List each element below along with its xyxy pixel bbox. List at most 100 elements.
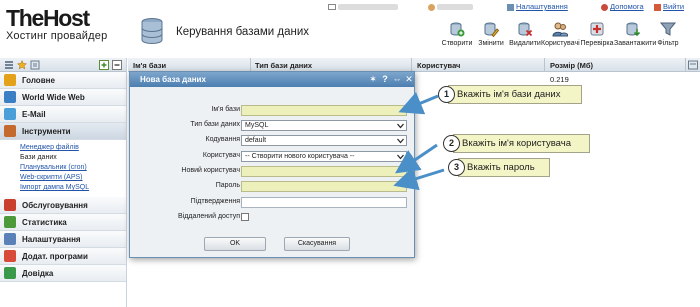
download-icon [626,22,641,37]
encoding-value: default [245,137,267,144]
tools-submenu: Менеджер файлів Бази даних Планувальник … [0,140,126,197]
delete-button-label: Видалити [509,40,541,47]
sidebar-group-www[interactable]: World Wide Web [0,89,126,106]
users-button-label: Користувачі [541,40,580,47]
confirm-row: Підтвердження [130,197,416,208]
dialog-title-bar[interactable]: Нова база даних ✶ ? ⇔ ✕ [130,72,414,87]
sidebar-item-web-scripts[interactable]: Web-скрипти (APS) [20,173,126,183]
sidebar-group-maintenance[interactable]: Обслуговування [0,197,126,214]
sidebar-group-label: Обслуговування [22,200,88,210]
encoding-row: Кодування default [130,135,416,146]
sidebar-group-tools[interactable]: Інструменти [0,123,126,140]
column-settings-icon[interactable] [688,60,698,70]
settings-icon [4,233,16,245]
sidebar-group-label: Головне [22,75,55,85]
db-name-input[interactable] [241,105,407,116]
column-header-size[interactable]: Розмір (Мб) [550,61,593,70]
callout-box: Вкажіть ім'я бази даних [448,85,582,104]
settings-small-icon [507,3,514,11]
table-header: Ім'я бази Тип бази даних Користувач Розм… [128,58,700,72]
chevron-down-icon [397,154,404,160]
filter-button[interactable]: Фільтр [652,21,684,47]
help-book-icon [4,267,16,279]
globe-icon [4,91,16,103]
column-header-user[interactable]: Користувач [417,61,460,70]
create-icon [450,22,465,37]
settings-link[interactable]: Налаштування [507,2,568,11]
collapse-all-icon[interactable] [112,60,122,70]
callout-box: Вкажіть ім'я користувача [453,134,590,153]
info-icon[interactable] [30,60,40,70]
ok-button[interactable]: OK [204,237,266,251]
confirm-password-input[interactable] [241,197,407,208]
callout-number-badge: 1 [438,86,455,103]
new-user-input[interactable] [241,166,407,177]
logo[interactable]: TheHost Хостинг провайдер [6,6,128,42]
sidebar-group-help[interactable]: Довідка [0,265,126,282]
logo-subtitle: Хостинг провайдер [6,30,108,42]
callout-text: Вкажіть ім'я бази даних [457,89,561,100]
password-input[interactable] [241,181,407,192]
callout-number-badge: 2 [443,135,460,152]
chevron-down-icon [397,123,404,129]
column-header-db-name[interactable]: Ім'я бази [133,61,166,70]
db-type-select[interactable]: MySQL [241,120,407,131]
column-divider[interactable] [685,58,686,72]
encoding-select[interactable]: default [241,135,407,146]
user-select[interactable]: -- Створити нового користувача -- [241,151,407,162]
settings-link-label: Налаштування [516,2,568,11]
check-button[interactable]: Перевірка [578,21,616,47]
edit-button-label: Змінити [478,40,504,47]
top-links: Налаштування Допомога Вийти [300,0,700,12]
help-link[interactable]: Допомога [601,2,644,11]
cancel-button[interactable]: Скасування [284,237,350,251]
encoding-label: Кодування [205,136,240,143]
delete-button[interactable]: Видалити [506,21,544,47]
maximize-icon[interactable]: ⇔ [392,74,402,84]
remote-access-checkbox[interactable] [241,213,249,221]
sidebar-item-mysql-import[interactable]: Імпорт дампа MySQL [20,183,126,193]
create-button[interactable]: Створити [438,21,476,47]
edit-icon [484,22,499,37]
pin-icon[interactable]: ✶ [368,74,378,84]
check-icon [590,22,604,36]
check-button-label: Перевірка [580,40,614,47]
new-database-dialog: Нова база даних ✶ ? ⇔ ✕ Ім'я бази Тип ба… [129,71,415,258]
download-button[interactable]: Завантажити [614,21,657,47]
sidebar-group-email[interactable]: E-Mail [0,106,126,123]
sidebar-item-file-manager[interactable]: Менеджер файлів [20,143,126,153]
column-divider[interactable] [411,58,412,72]
exit-small-icon [654,3,661,11]
confirm-label: Підтвердження [190,198,240,205]
user-label: Користувач [202,152,240,159]
exit-link[interactable]: Вийти [654,2,684,11]
db-type-value: MySQL [245,122,269,129]
column-header-db-type[interactable]: Тип бази даних [255,61,312,70]
expand-all-icon[interactable] [99,60,109,70]
sidebar-group-main[interactable]: Головне [0,72,126,89]
column-divider[interactable] [250,58,251,72]
list-view-icon[interactable] [4,60,14,70]
help-icon[interactable]: ? [380,74,390,84]
sidebar-item-cron[interactable]: Планувальник (cron) [20,163,126,173]
sidebar-group-settings[interactable]: Налаштування [0,231,126,248]
sidebar-item-databases[interactable]: Бази даних [20,153,126,163]
user-account-redacted[interactable] [428,2,474,11]
favorites-star-icon[interactable] [17,60,27,70]
db-type-row: Тип бази даних MySQL [130,120,416,131]
sidebar-group-statistics[interactable]: Статистика [0,214,126,231]
callout-box: Вкажіть пароль [458,158,550,177]
edit-button[interactable]: Змінити [472,21,510,47]
user-icon [428,3,435,11]
sidebar-group-label: E-Mail [22,109,46,119]
size-cell: 0.219 [550,75,569,84]
column-divider[interactable] [544,58,545,72]
sidebar-group-label: Додат. програми [22,251,88,261]
password-label: Пароль [215,182,240,189]
close-icon[interactable]: ✕ [404,74,414,84]
download-button-label: Завантажити [614,40,657,47]
new-user-label: Новий користувач [181,167,240,174]
users-button[interactable]: Користувачі [541,21,580,47]
sidebar-group-addons[interactable]: Додат. програми [0,248,126,265]
remote-access-row: Віддалений доступ [130,212,416,223]
